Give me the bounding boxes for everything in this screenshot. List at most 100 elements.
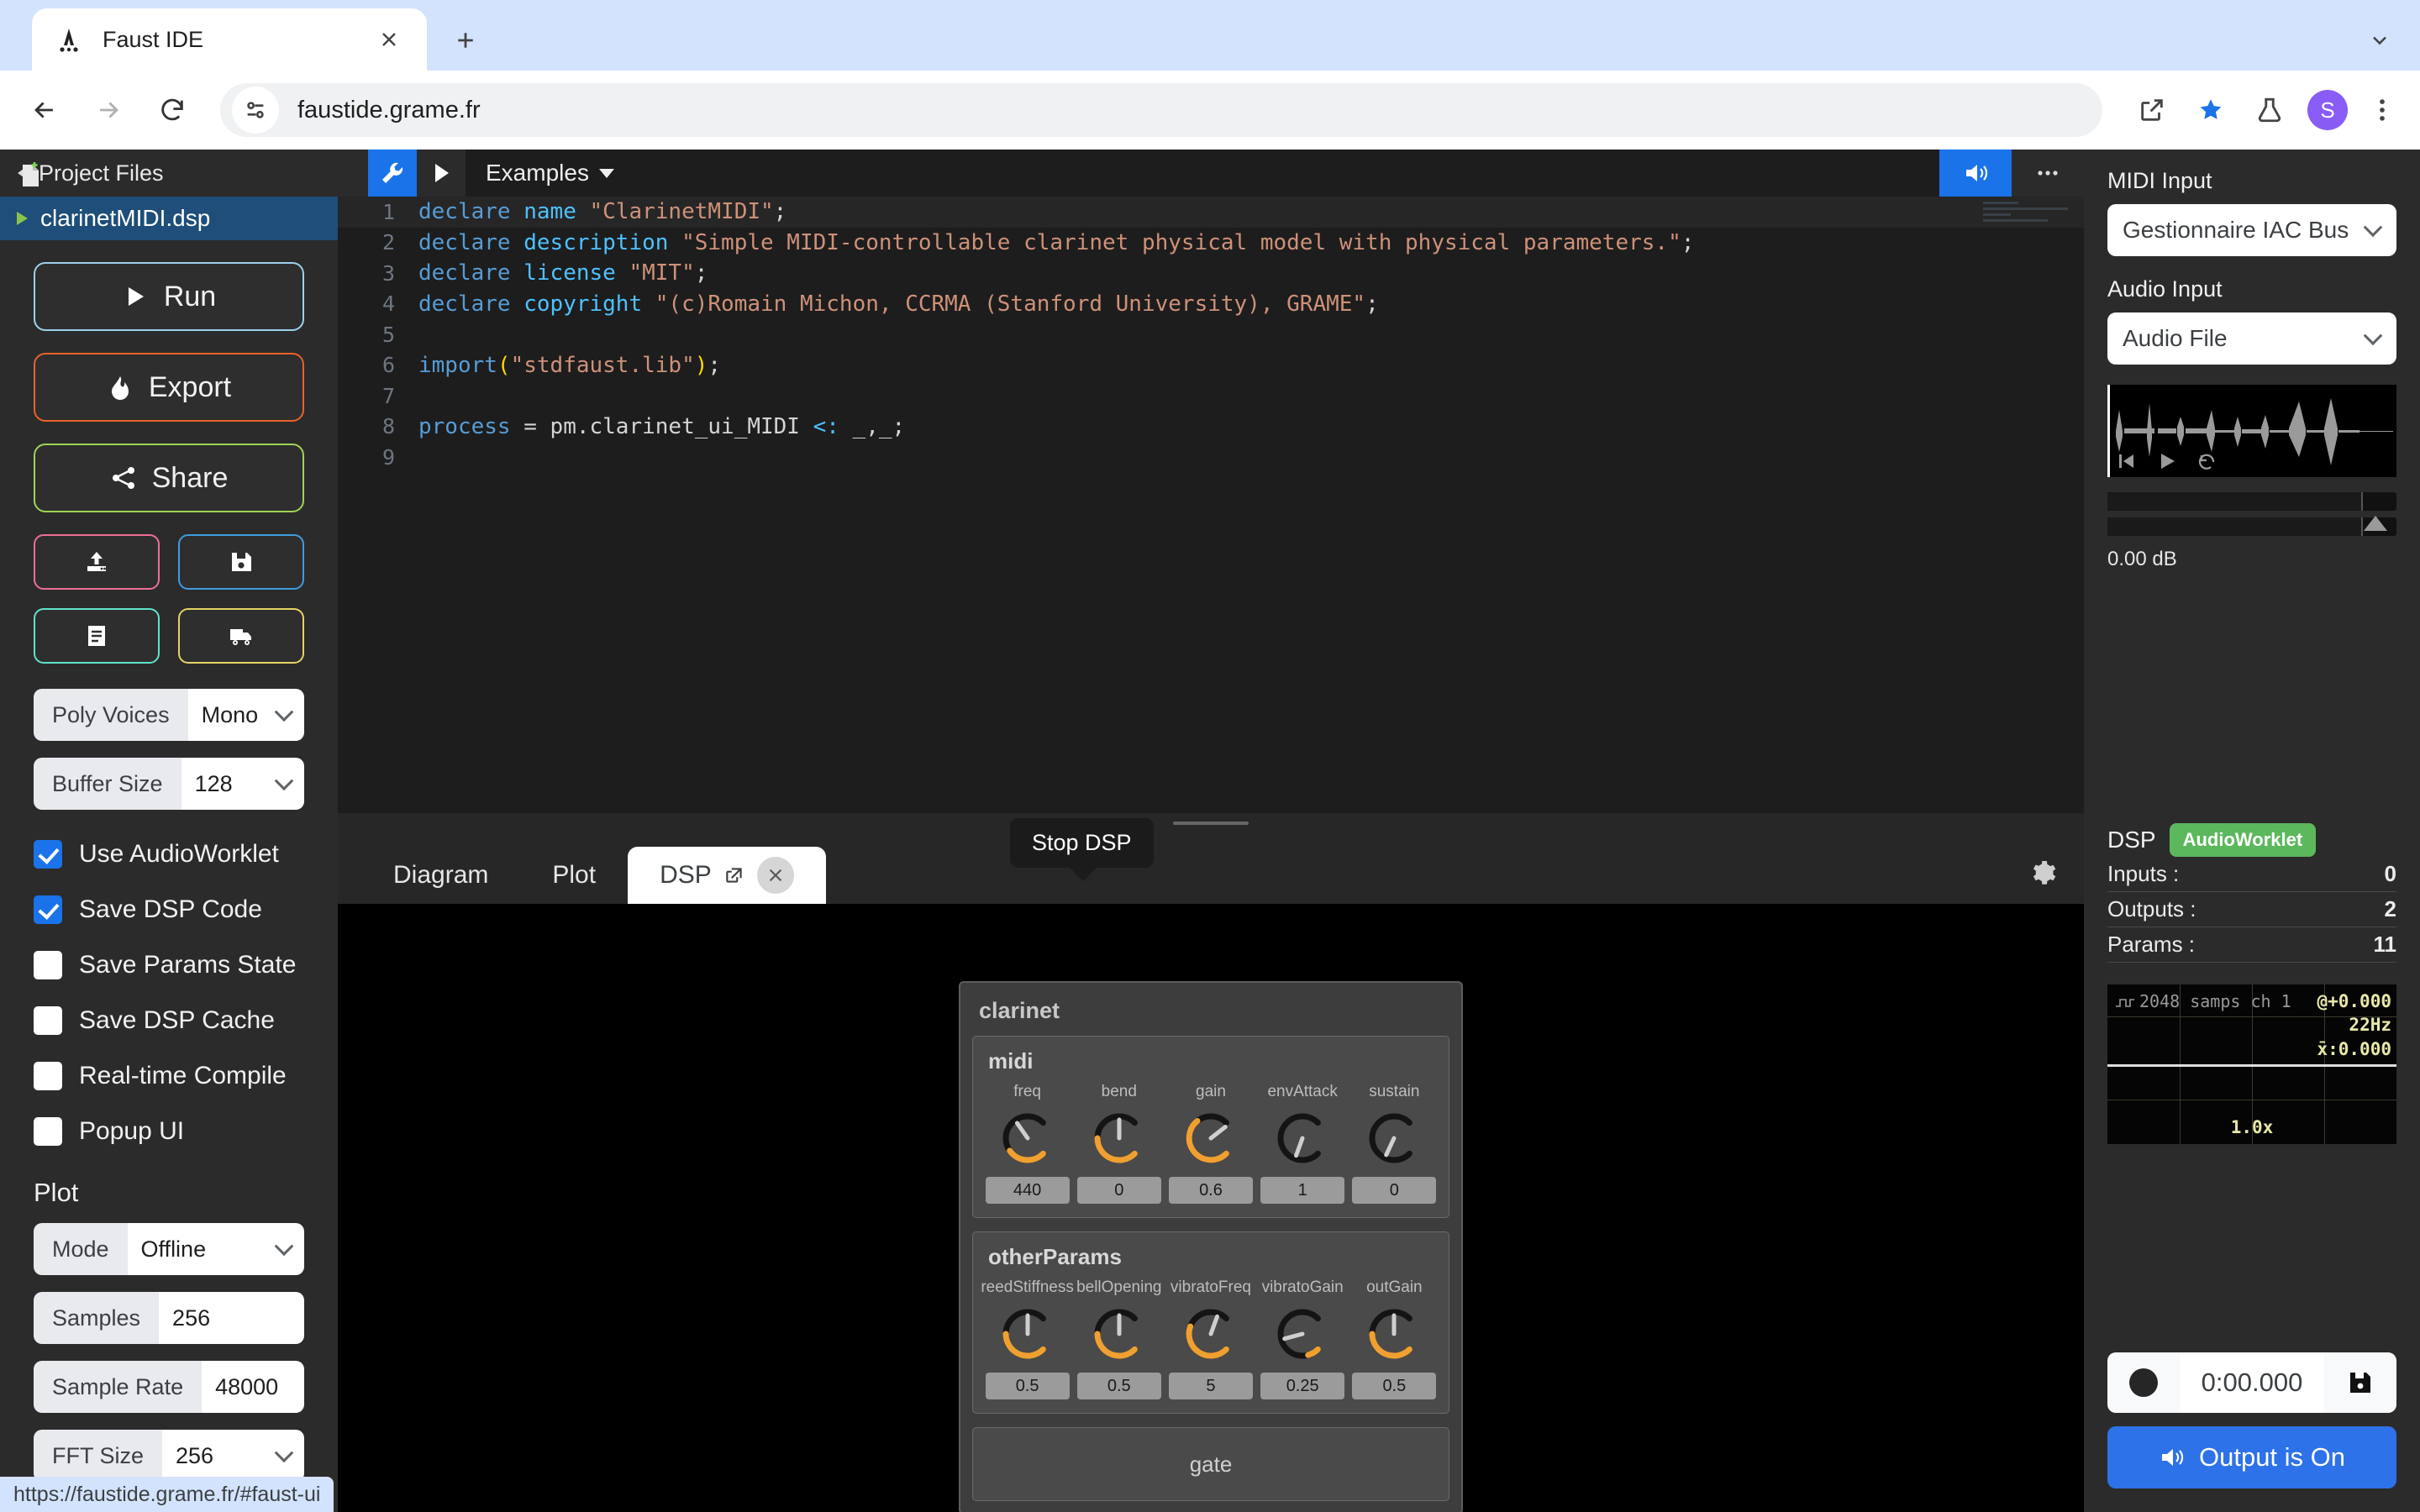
code-line[interactable]: 5 bbox=[338, 319, 2084, 350]
new-file-icon[interactable] bbox=[14, 160, 48, 193]
avatar[interactable]: S bbox=[2307, 90, 2348, 130]
plot-samplerate-input[interactable]: 48000 bbox=[202, 1361, 304, 1413]
plot-mode-select[interactable]: Offline bbox=[127, 1223, 304, 1275]
minimap[interactable] bbox=[1983, 202, 2075, 252]
knob-dial[interactable] bbox=[1272, 1108, 1333, 1168]
checkbox-use-audioworklet[interactable]: Use AudioWorklet bbox=[34, 827, 304, 882]
checkbox-icon[interactable] bbox=[34, 1006, 62, 1035]
examples-dropdown[interactable]: Examples bbox=[466, 150, 1939, 197]
gear-icon[interactable] bbox=[2027, 857, 2060, 890]
plot-mode-field[interactable]: Mode Offline bbox=[34, 1223, 304, 1275]
knob-value[interactable]: 0.5 bbox=[985, 1373, 1070, 1399]
plot-samples-field[interactable]: Samples 256 bbox=[34, 1292, 304, 1344]
knob-value[interactable]: 0.5 bbox=[1076, 1373, 1161, 1399]
knob-value[interactable]: 0.6 bbox=[1168, 1177, 1253, 1204]
bookmark-star-icon[interactable] bbox=[2186, 86, 2235, 134]
knob-bellOpening[interactable]: bellOpening 0.5 bbox=[1076, 1278, 1163, 1399]
share-button[interactable]: Share bbox=[34, 444, 304, 512]
gain-slider-track-top[interactable] bbox=[2107, 492, 2396, 511]
checkbox-popup-ui[interactable]: Popup UI bbox=[34, 1104, 304, 1159]
code-line[interactable]: 7 bbox=[338, 381, 2084, 412]
knob-value[interactable]: 440 bbox=[985, 1177, 1070, 1204]
record-save-button[interactable] bbox=[2324, 1370, 2396, 1395]
audio-input-select[interactable]: Audio File bbox=[2107, 312, 2396, 365]
audio-waveform[interactable] bbox=[2107, 385, 2396, 477]
run-code-icon[interactable] bbox=[417, 150, 466, 197]
knob-dial[interactable] bbox=[1364, 1108, 1424, 1168]
labs-icon[interactable] bbox=[2245, 86, 2294, 134]
code-line[interactable]: 4 declare copyright "(c)Romain Michon, CC… bbox=[338, 289, 2084, 320]
menu-kebab-icon[interactable] bbox=[2358, 86, 2407, 134]
gate-button[interactable]: gate bbox=[972, 1427, 1449, 1501]
open-external-icon[interactable] bbox=[723, 864, 745, 886]
checkbox-save-params-state[interactable]: Save Params State bbox=[34, 937, 304, 993]
tab-dsp[interactable]: DSP bbox=[628, 847, 826, 904]
checkbox-icon[interactable] bbox=[34, 895, 62, 924]
checkbox-icon[interactable] bbox=[34, 1062, 62, 1090]
address-bar[interactable]: faustide.grame.fr bbox=[220, 83, 2102, 137]
poly-voices-field[interactable]: Poly Voices Mono bbox=[34, 689, 304, 741]
knob-vibratoGain[interactable]: vibratoGain 0.25 bbox=[1259, 1278, 1346, 1399]
gain-slider-thumb[interactable] bbox=[2364, 516, 2387, 531]
close-icon[interactable] bbox=[373, 24, 405, 55]
knob-bend[interactable]: bend 0 bbox=[1076, 1083, 1163, 1204]
checkbox-icon[interactable] bbox=[34, 951, 62, 979]
play-icon[interactable] bbox=[2156, 450, 2178, 472]
skip-back-icon[interactable] bbox=[2116, 450, 2138, 472]
knob-dial[interactable] bbox=[1089, 1108, 1150, 1168]
share-icon[interactable] bbox=[2128, 86, 2176, 134]
buffer-size-field[interactable]: Buffer Size 128 bbox=[34, 758, 304, 810]
knob-dial[interactable] bbox=[997, 1108, 1058, 1168]
knob-dial[interactable] bbox=[1089, 1304, 1150, 1364]
knob-value[interactable]: 1 bbox=[1260, 1177, 1345, 1204]
tab-plot[interactable]: Plot bbox=[520, 847, 628, 904]
file-item-clarinetmidi[interactable]: clarinetMIDI.dsp bbox=[0, 197, 338, 240]
code-line[interactable]: 3 declare license "MIT"; bbox=[338, 258, 2084, 289]
save-button[interactable] bbox=[178, 534, 304, 590]
midi-input-select[interactable]: Gestionnaire IAC Bus bbox=[2107, 204, 2396, 256]
knob-dial[interactable] bbox=[1181, 1108, 1241, 1168]
knob-value[interactable]: 5 bbox=[1168, 1373, 1253, 1399]
plot-fftsize-select[interactable]: 256 bbox=[162, 1430, 304, 1482]
checkbox-icon[interactable] bbox=[34, 840, 62, 869]
back-icon[interactable] bbox=[20, 86, 69, 134]
upload-button[interactable] bbox=[34, 534, 160, 590]
code-content[interactable]: 1 declare name "ClarinetMIDI"; 2 declare de… bbox=[338, 197, 2084, 813]
wrench-icon[interactable] bbox=[368, 150, 417, 197]
knob-gain[interactable]: gain 0.6 bbox=[1167, 1083, 1255, 1204]
code-line[interactable]: 1 declare name "ClarinetMIDI"; bbox=[338, 197, 2084, 228]
code-line[interactable]: 2 declare description "Simple MIDI-contro… bbox=[338, 228, 2084, 259]
chevron-down-icon[interactable] bbox=[2358, 18, 2402, 62]
audio-output-icon[interactable] bbox=[1939, 150, 2012, 197]
record-button[interactable] bbox=[2107, 1368, 2180, 1397]
deploy-button[interactable] bbox=[178, 608, 304, 664]
oscilloscope[interactable]: 2048 samps ch 1 @+0.000 22Hz x̄:0.000 1.… bbox=[2107, 984, 2396, 1144]
plot-samplerate-field[interactable]: Sample Rate 48000 bbox=[34, 1361, 304, 1413]
docs-button[interactable] bbox=[34, 608, 160, 664]
site-settings-icon[interactable] bbox=[232, 87, 279, 134]
checkbox-save-dsp-cache[interactable]: Save DSP Cache bbox=[34, 993, 304, 1048]
knob-dial[interactable] bbox=[1181, 1304, 1241, 1364]
run-button[interactable]: Run bbox=[34, 262, 304, 331]
knob-dial[interactable] bbox=[1364, 1304, 1424, 1364]
checkbox-realtime-compile[interactable]: Real-time Compile bbox=[34, 1048, 304, 1104]
output-toggle-button[interactable]: Output is On bbox=[2107, 1426, 2396, 1488]
knob-value[interactable]: 0.25 bbox=[1260, 1373, 1345, 1399]
code-line[interactable]: 6 import("stdfaust.lib"); bbox=[338, 350, 2084, 381]
knob-reedStiffness[interactable]: reedStiffness 0.5 bbox=[981, 1278, 1074, 1399]
knob-dial[interactable] bbox=[1272, 1304, 1333, 1364]
play-icon[interactable] bbox=[12, 208, 32, 228]
knob-outGain[interactable]: outGain 0.5 bbox=[1350, 1278, 1438, 1399]
buffer-size-select[interactable]: 128 bbox=[181, 758, 304, 810]
tab-diagram[interactable]: Diagram bbox=[361, 847, 520, 904]
checkbox-save-dsp-code[interactable]: Save DSP Code bbox=[34, 882, 304, 937]
knob-value[interactable]: 0.5 bbox=[1352, 1373, 1437, 1399]
code-line[interactable]: 8 process = pm.clarinet_ui_MIDI <: _,_; bbox=[338, 412, 2084, 443]
code-line[interactable]: 9 bbox=[338, 442, 2084, 473]
loop-icon[interactable] bbox=[2196, 450, 2218, 472]
knob-dial[interactable] bbox=[997, 1304, 1058, 1364]
knob-sustain[interactable]: sustain 0 bbox=[1350, 1083, 1438, 1204]
stop-dsp-button[interactable] bbox=[756, 857, 794, 894]
browser-tab[interactable]: Faust IDE bbox=[32, 8, 427, 71]
reload-icon[interactable] bbox=[148, 86, 197, 134]
